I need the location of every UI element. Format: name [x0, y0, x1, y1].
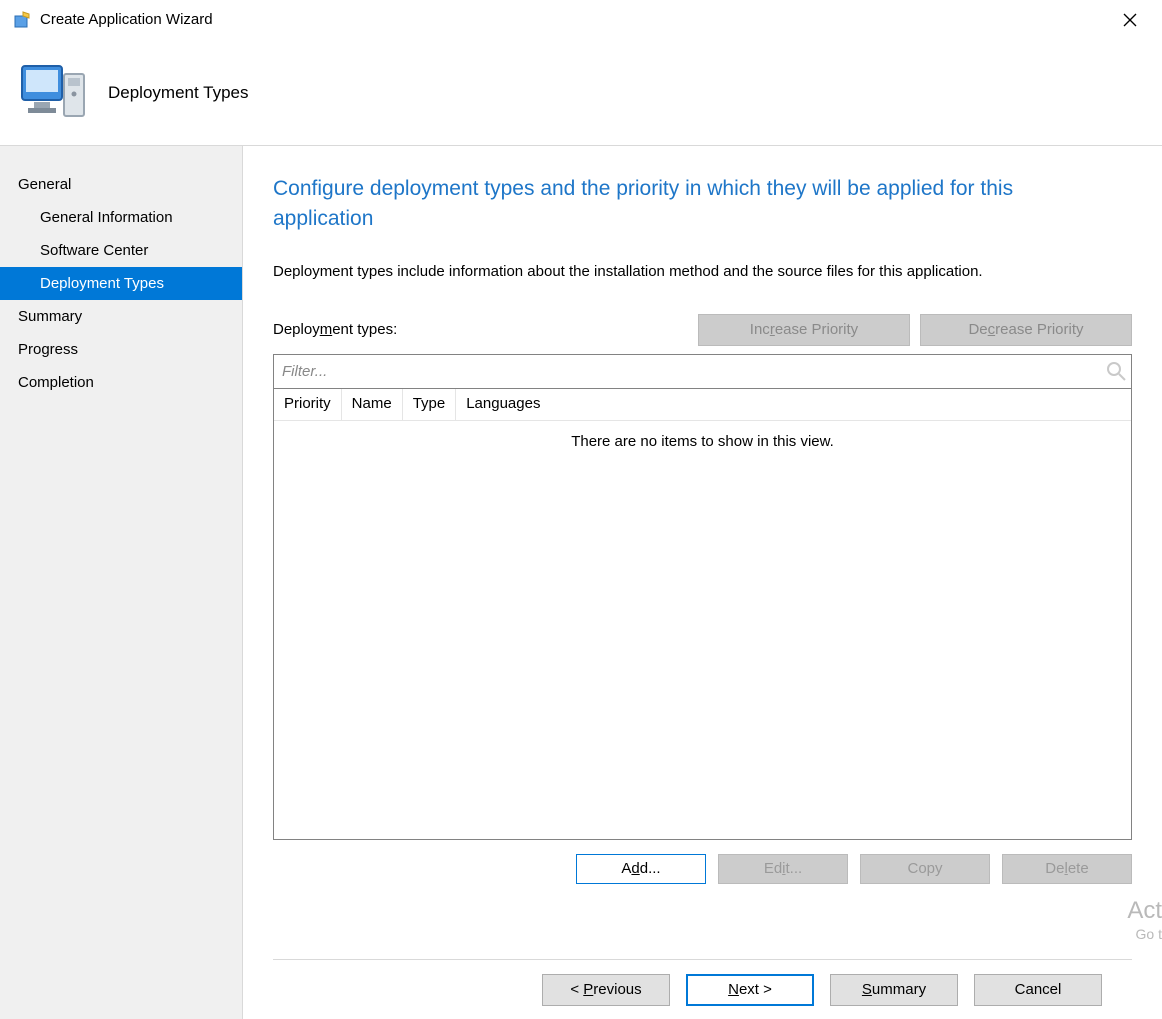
sidebar-item-completion[interactable]: Completion — [0, 366, 242, 399]
table-action-row: Add... Edit... Copy Delete — [273, 840, 1132, 884]
filter-wrap — [273, 354, 1132, 388]
cancel-button[interactable]: Cancel — [974, 974, 1102, 1006]
wizard-main: Configure deployment types and the prior… — [243, 146, 1162, 1019]
page-title: Deployment Types — [108, 83, 248, 103]
activation-watermark: Act Go t — [1127, 897, 1162, 943]
column-header-languages[interactable]: Languages — [456, 389, 550, 420]
table-empty-message: There are no items to show in this view. — [274, 421, 1131, 450]
add-button[interactable]: Add... — [576, 854, 706, 884]
filter-input[interactable] — [273, 354, 1132, 388]
close-icon — [1123, 13, 1137, 27]
wizard-body: GeneralGeneral InformationSoftware Cente… — [0, 146, 1162, 1019]
sidebar-item-software-center[interactable]: Software Center — [0, 234, 242, 267]
sidebar-item-general-information[interactable]: General Information — [0, 201, 242, 234]
previous-button[interactable]: < Previous — [542, 974, 670, 1006]
column-header-priority[interactable]: Priority — [274, 389, 342, 420]
wizard-icon — [16, 58, 90, 128]
search-icon — [1106, 361, 1126, 381]
wizard-sidebar: GeneralGeneral InformationSoftware Cente… — [0, 146, 243, 1019]
column-header-type[interactable]: Type — [403, 389, 457, 420]
copy-button[interactable]: Copy — [860, 854, 990, 884]
sidebar-item-general[interactable]: General — [0, 168, 242, 201]
app-icon — [14, 11, 32, 29]
sidebar-item-progress[interactable]: Progress — [0, 333, 242, 366]
title-bar: Create Application Wizard — [0, 0, 1162, 40]
close-button[interactable] — [1108, 5, 1152, 35]
summary-button[interactable]: Summary — [830, 974, 958, 1006]
next-button[interactable]: Next > — [686, 974, 814, 1006]
sidebar-item-deployment-types[interactable]: Deployment Types — [0, 267, 242, 300]
deployment-types-label: Deployment types: — [273, 321, 397, 338]
headline: Configure deployment types and the prior… — [273, 174, 1113, 235]
delete-button[interactable]: Delete — [1002, 854, 1132, 884]
column-header-name[interactable]: Name — [342, 389, 403, 420]
sidebar-item-summary[interactable]: Summary — [0, 300, 242, 333]
deployment-types-table: PriorityNameTypeLanguages There are no i… — [273, 388, 1132, 840]
increase-priority-button[interactable]: Increase Priority — [698, 314, 910, 346]
decrease-priority-button[interactable]: Decrease Priority — [920, 314, 1132, 346]
wizard-header: Deployment Types — [0, 40, 1162, 146]
table-header: PriorityNameTypeLanguages — [274, 389, 1131, 421]
wizard-nav-bar: < Previous Next > Summary Cancel — [273, 959, 1132, 1019]
window-title: Create Application Wizard — [40, 11, 1108, 28]
description: Deployment types include information abo… — [273, 263, 1132, 280]
edit-button[interactable]: Edit... — [718, 854, 848, 884]
deployment-types-row: Deployment types: Increase Priority Decr… — [273, 314, 1132, 346]
